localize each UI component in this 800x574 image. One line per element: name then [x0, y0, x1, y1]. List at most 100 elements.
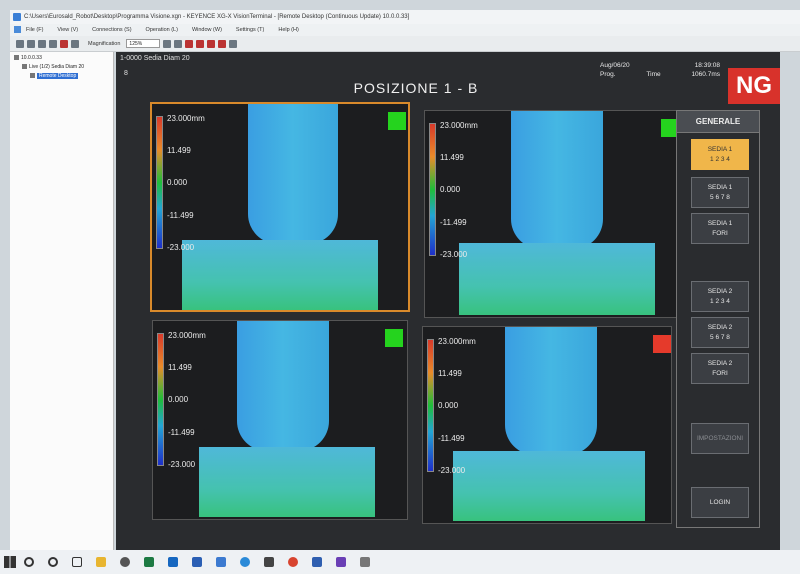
- button-line1: SEDIA 2: [707, 360, 733, 367]
- tree-root-label: 10.0.0.33: [21, 55, 42, 61]
- app-window-icon[interactable]: [360, 557, 370, 567]
- scale-tick-max: 23.000mm: [167, 114, 205, 123]
- search-icon[interactable]: [24, 557, 34, 567]
- tree-selected-label: Remote Desktop: [37, 73, 79, 79]
- button-line1: SEDIA 2: [707, 324, 733, 331]
- scale-tick-mid-high: 11.499: [167, 146, 191, 155]
- menu-view[interactable]: View (V): [57, 27, 78, 33]
- capture4-icon[interactable]: [218, 39, 227, 48]
- tree-child[interactable]: Live (1/2) Sedia Diam 20: [14, 63, 109, 72]
- fit-icon[interactable]: [163, 39, 172, 48]
- scale-tick-mid-low: -11.499: [168, 428, 195, 437]
- word-icon[interactable]: [192, 557, 202, 567]
- visual-studio-icon[interactable]: [336, 557, 346, 567]
- magnification-label: Magnification: [88, 40, 121, 47]
- connect-icon[interactable]: [16, 39, 24, 48]
- login-button[interactable]: LOGIN: [691, 487, 749, 518]
- status-indicator-ok: [388, 112, 406, 130]
- program-number: 8: [124, 70, 128, 77]
- menu-settings[interactable]: Settings (T): [236, 27, 264, 33]
- button-line2: 5 6 7 8: [710, 334, 730, 341]
- button-line1: SEDIA 1: [707, 184, 733, 191]
- grid-icon[interactable]: [38, 39, 46, 48]
- menu-help[interactable]: Help (H): [278, 27, 298, 33]
- menu-window[interactable]: Window (W): [192, 27, 222, 33]
- magnification-select[interactable]: 125%: [126, 39, 161, 48]
- scale-tick-zero: 0.000: [440, 185, 461, 194]
- date: Aug/06/20: [600, 62, 630, 69]
- calculator-icon[interactable]: [264, 557, 274, 567]
- scale-tick-max: 23.000mm: [440, 121, 478, 130]
- height-color-scale: [429, 123, 436, 256]
- mail-icon[interactable]: [216, 557, 226, 567]
- sedia1-5678-button[interactable]: SEDIA 1 5 6 7 8: [691, 177, 749, 208]
- button-line2: 5 6 7 8: [710, 194, 730, 201]
- scale-tick-min: -23.000: [168, 460, 196, 469]
- file-explorer-icon[interactable]: [96, 557, 106, 567]
- cortana-icon[interactable]: [48, 557, 58, 567]
- toolbar: Magnification 125%: [10, 36, 800, 52]
- status-indicator-ok: [385, 329, 403, 347]
- sedia2-fori-button[interactable]: SEDIA 2 FORI: [691, 353, 749, 384]
- settings-icon[interactable]: [71, 39, 79, 48]
- impostazioni-button[interactable]: IMPOSTAZIONI: [691, 423, 749, 454]
- image-panel-2[interactable]: 23.000mm 11.499 0.000 -11.499 -23.000: [424, 110, 684, 318]
- taskbar: [0, 550, 800, 574]
- image-panel-3[interactable]: 23.000mm 11.499 0.000 -11.499 -23.000: [152, 320, 408, 520]
- side-menu: GENERALE SEDIA 1 1 2 3 4 SEDIA 1 5 6 7 8…: [676, 110, 760, 528]
- part-base: [199, 447, 375, 517]
- height-color-scale: [156, 116, 163, 249]
- device-icon: [14, 55, 19, 61]
- side-menu-header[interactable]: GENERALE: [677, 111, 759, 133]
- tree-remote-desktop[interactable]: Remote Desktop: [14, 72, 109, 81]
- menu-connections[interactable]: Connections (S): [92, 27, 131, 33]
- part-neck: [511, 111, 603, 249]
- sedia1-fori-button[interactable]: SEDIA 1 FORI: [691, 213, 749, 244]
- button-line1: SEDIA 1: [707, 146, 733, 153]
- menu-file[interactable]: File (F): [26, 27, 43, 33]
- sedia1-1234-button[interactable]: SEDIA 1 1 2 3 4: [691, 139, 749, 170]
- capture-icon[interactable]: [185, 39, 194, 48]
- window-title: C:\Users\Eurosald_Robot\Desktop\Programm…: [24, 14, 410, 20]
- capture3-icon[interactable]: [207, 39, 216, 48]
- program-icon: [22, 64, 27, 70]
- task-view-icon[interactable]: [72, 557, 82, 567]
- scale-tick-mid-high: 11.499: [438, 369, 462, 378]
- window-title-bar: C:\Users\Eurosald_Robot\Desktop\Programm…: [10, 10, 800, 24]
- windows-start-icon[interactable]: [4, 556, 16, 568]
- time-label: Time: [646, 71, 661, 78]
- sedia2-1234-button[interactable]: SEDIA 2 1 2 3 4: [691, 281, 749, 312]
- button-line1: LOGIN: [709, 499, 731, 506]
- tree-root[interactable]: 10.0.0.33: [14, 54, 109, 63]
- scale-tick-mid-low: -11.499: [167, 211, 194, 220]
- position-title: POSIZIONE 1 - B: [353, 80, 479, 96]
- tree-child-label: Live (1/2) Sedia Diam 20: [29, 64, 85, 70]
- result-badge: NG: [728, 68, 780, 104]
- list-icon[interactable]: [27, 39, 35, 48]
- settings-icon[interactable]: [120, 557, 130, 567]
- scale-tick-min: -23.000: [438, 466, 466, 475]
- menu-app-icon: [14, 26, 21, 33]
- chrome-icon[interactable]: [288, 557, 298, 567]
- play-icon[interactable]: [49, 39, 57, 48]
- capture2-icon[interactable]: [196, 39, 205, 48]
- sedia2-5678-button[interactable]: SEDIA 2 5 6 7 8: [691, 317, 749, 348]
- keyence-icon[interactable]: [312, 557, 322, 567]
- outlook-icon[interactable]: [168, 557, 178, 567]
- refresh-icon[interactable]: [229, 39, 238, 48]
- menu-operation[interactable]: Operation (L): [146, 27, 178, 33]
- scale-tick-zero: 0.000: [438, 401, 459, 410]
- scale-tick-max: 23.000mm: [168, 331, 206, 340]
- image-panel-1[interactable]: 23.000mm 11.499 0.000 -11.499 -23.000: [150, 102, 410, 312]
- stop-icon[interactable]: [60, 39, 68, 48]
- onedrive-icon[interactable]: [240, 557, 250, 567]
- scale-tick-min: -23.000: [167, 243, 195, 252]
- scale-tick-zero: 0.000: [167, 178, 188, 187]
- button-line2: FORI: [712, 370, 728, 377]
- part-base: [182, 240, 378, 310]
- window-icon[interactable]: [174, 39, 183, 48]
- status-indicator-ng: [653, 335, 671, 353]
- button-line1: SEDIA 2: [707, 288, 733, 295]
- image-panel-4[interactable]: 23.000mm 11.499 0.000 -11.499 -23.000: [422, 326, 672, 524]
- excel-icon[interactable]: [144, 557, 154, 567]
